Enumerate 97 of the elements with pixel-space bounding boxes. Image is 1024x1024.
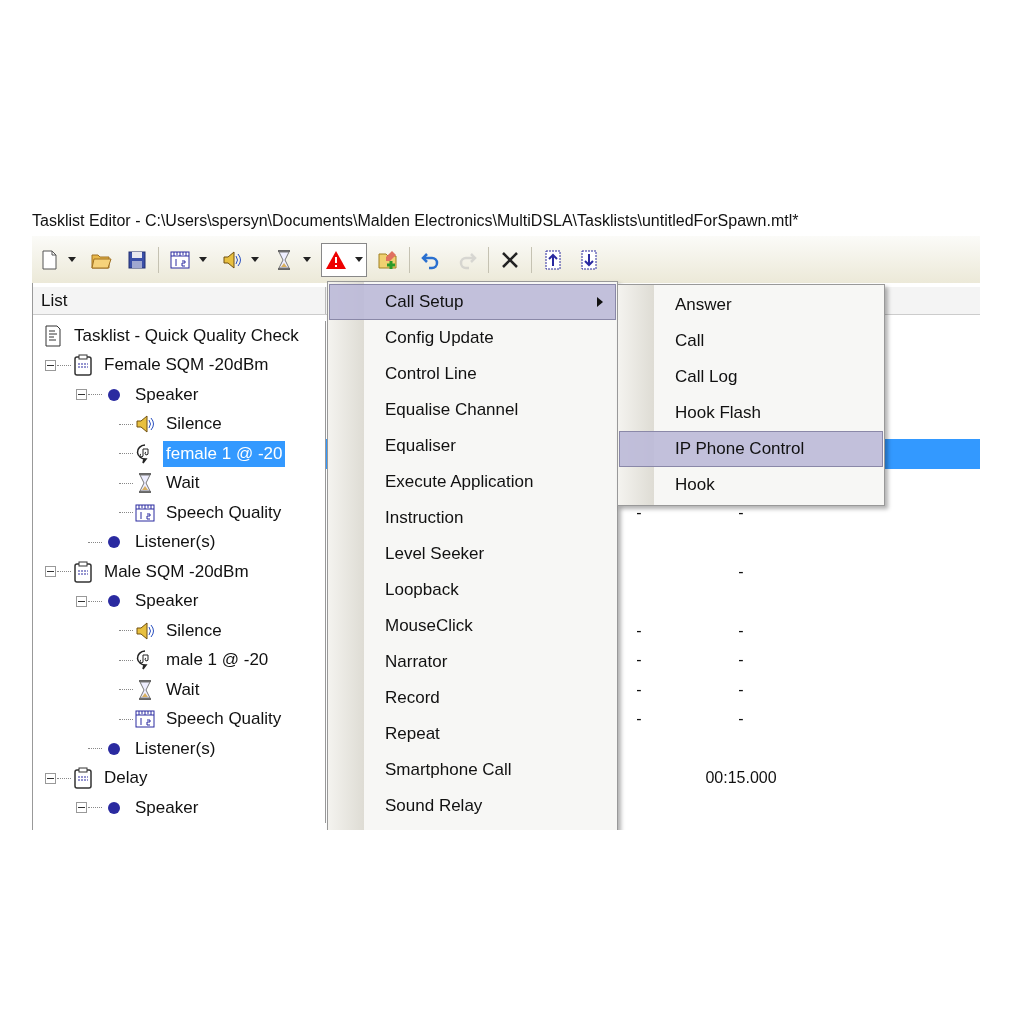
table-cell: - bbox=[636, 651, 642, 669]
menu-item[interactable]: Hook bbox=[619, 467, 883, 503]
table-cell: - bbox=[636, 621, 642, 639]
menu-item[interactable]: Sound Relay bbox=[329, 788, 616, 824]
menu-item[interactable]: Repeat bbox=[329, 716, 616, 752]
table-cell: 00:15.000 bbox=[705, 769, 777, 787]
tree-toggle[interactable] bbox=[45, 772, 56, 784]
menu-item-label: Config Update bbox=[385, 327, 495, 350]
table-cell: - bbox=[738, 621, 744, 639]
tree-item[interactable]: Female SQM -20dBm bbox=[101, 352, 272, 379]
menu-item[interactable]: Control Line bbox=[329, 356, 616, 392]
tree-item[interactable]: Speaker bbox=[132, 794, 202, 821]
table-cell: - bbox=[636, 680, 642, 698]
menu-item-label: Repeat bbox=[385, 723, 441, 746]
move-down-icon bbox=[578, 248, 600, 271]
table-cell: - bbox=[636, 710, 642, 728]
window-title: Tasklist Editor - C:\Users\spersyn\Documents\Malden Electronics\MultiDSLA\Tasklists\untitledForSpawn.mtl* bbox=[32, 210, 799, 231]
menu-item[interactable]: Loopback bbox=[329, 572, 616, 608]
tree-toggle[interactable] bbox=[76, 595, 87, 607]
menu-item[interactable]: Record bbox=[329, 680, 616, 716]
bullet-icon bbox=[107, 800, 121, 815]
tree-toggle[interactable] bbox=[76, 802, 87, 814]
menu-item-label: Call Setup bbox=[385, 291, 465, 314]
menu-item-label: Level Seeker bbox=[385, 543, 486, 566]
tree-item[interactable]: Speech Quality bbox=[163, 706, 285, 733]
menu-item[interactable]: Config Update bbox=[329, 320, 616, 356]
menu-item-label: MouseClick bbox=[385, 615, 474, 638]
menu-item-label: Execute Application bbox=[385, 471, 535, 494]
menu-item[interactable]: MouseClick bbox=[329, 608, 616, 644]
menu-item[interactable]: Execute Application bbox=[329, 464, 616, 500]
menu-item[interactable]: Call Setup bbox=[329, 284, 616, 320]
tree-item[interactable]: Silence bbox=[163, 617, 225, 644]
table-cell: - bbox=[738, 562, 744, 580]
menu-item[interactable]: Smartphone Call bbox=[329, 752, 616, 788]
speaker-icon bbox=[221, 248, 243, 271]
caret-icon bbox=[251, 257, 259, 262]
tree-toggle[interactable] bbox=[45, 359, 56, 371]
tree-item[interactable]: Wait bbox=[163, 676, 203, 703]
ruler-icon bbox=[134, 501, 156, 524]
menu-item[interactable]: Instruction bbox=[329, 500, 616, 536]
table-cell: - bbox=[738, 680, 744, 698]
bullet-icon bbox=[107, 594, 121, 609]
menu-item-label: Instruction bbox=[385, 507, 465, 530]
table-cell: - bbox=[636, 503, 642, 521]
bullet-icon bbox=[107, 741, 121, 756]
save-icon bbox=[126, 248, 148, 271]
menu-item-label: Narrator bbox=[385, 651, 449, 674]
tree-item[interactable]: Tasklist - Quick Quality Check bbox=[71, 322, 302, 349]
tree-item[interactable]: male 1 @ -20 bbox=[163, 647, 272, 674]
add-folder-icon bbox=[377, 248, 399, 271]
menu-item[interactable]: Answer bbox=[619, 287, 883, 323]
speaker-icon bbox=[134, 413, 156, 436]
clipboard-icon bbox=[72, 354, 94, 377]
tree-item[interactable]: Silence bbox=[163, 411, 225, 438]
ruler-icon bbox=[169, 248, 191, 271]
tree-item[interactable]: Speech Quality bbox=[163, 499, 285, 526]
menu-item[interactable]: Level Seeker bbox=[329, 536, 616, 572]
table-cell: - bbox=[738, 651, 744, 669]
bullet-icon bbox=[107, 535, 121, 550]
menu-item-label: Smartphone Call bbox=[385, 759, 513, 782]
tree-item[interactable]: Listener(s) bbox=[132, 529, 219, 556]
speaker-icon bbox=[134, 619, 156, 642]
caret-icon bbox=[355, 257, 363, 262]
menu-item[interactable]: Call bbox=[619, 323, 883, 359]
table-cell: - bbox=[738, 710, 744, 728]
document-icon bbox=[42, 324, 64, 347]
menu-item-label: Equaliser bbox=[385, 435, 457, 458]
tree-item[interactable]: Male SQM -20dBm bbox=[101, 558, 252, 585]
menu-item[interactable]: Hook Flash bbox=[619, 395, 883, 431]
tree-item[interactable]: Speaker bbox=[132, 381, 202, 408]
bullet-icon bbox=[107, 387, 121, 402]
tree-item[interactable]: Delay bbox=[101, 765, 151, 792]
table-cell: - bbox=[738, 503, 744, 521]
move-up-icon bbox=[542, 248, 564, 271]
caret-icon bbox=[199, 257, 207, 262]
clipboard-icon bbox=[72, 767, 94, 790]
tree-toggle[interactable] bbox=[76, 389, 87, 401]
menu-item-label: Record bbox=[385, 687, 441, 710]
menu-item-label: Equalise Channel bbox=[385, 399, 520, 422]
tree-toggle[interactable] bbox=[45, 566, 56, 578]
caret-icon bbox=[303, 257, 311, 262]
menu-item[interactable]: Equaliser bbox=[329, 428, 616, 464]
tree-item[interactable]: Listener(s) bbox=[132, 735, 219, 762]
menu-item-label: Control Line bbox=[385, 363, 478, 386]
menu-item[interactable]: Equalise Channel bbox=[329, 392, 616, 428]
clipboard-icon bbox=[72, 560, 94, 583]
menu-item-label: Sound Relay bbox=[385, 795, 484, 818]
caret-icon bbox=[68, 257, 76, 262]
column-header[interactable]: List bbox=[33, 287, 326, 314]
menu-item-label: Loopback bbox=[385, 579, 460, 602]
menu-item[interactable]: IP Phone Control bbox=[619, 431, 883, 467]
tree-item[interactable]: Speaker bbox=[132, 588, 202, 615]
ruler-icon bbox=[134, 708, 156, 731]
menu-item[interactable]: Narrator bbox=[329, 644, 616, 680]
menu-item[interactable]: Call Log bbox=[619, 359, 883, 395]
submenu-arrow-icon bbox=[597, 297, 603, 307]
tree-item[interactable]: Wait bbox=[163, 470, 203, 497]
